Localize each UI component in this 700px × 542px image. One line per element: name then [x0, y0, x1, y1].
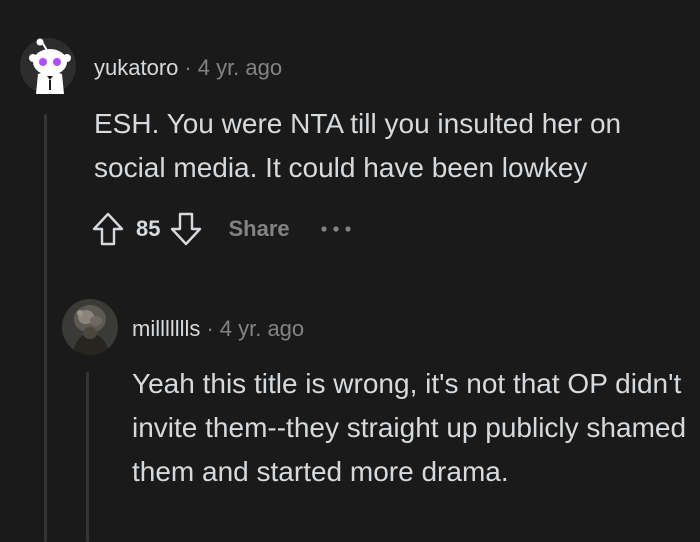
more-options-button[interactable] [318, 219, 354, 239]
comment-body: Yeah this title is wrong, it's not that … [132, 368, 687, 487]
avatar[interactable] [20, 38, 76, 94]
comment-action-bar: 85 Share [88, 206, 354, 252]
vote-score: 85 [136, 216, 161, 241]
snoo-avatar-icon [20, 38, 76, 94]
comment-body: ESH. You were NTA till you insulted her … [94, 108, 622, 183]
timestamp[interactable]: 4 yr. ago [220, 316, 304, 341]
downvote-icon [171, 212, 202, 246]
downvote-button[interactable] [166, 209, 206, 249]
comment-meta: millllllls · 4 yr. ago [132, 318, 304, 340]
comment-meta: yukatoro · 4 yr. ago [94, 57, 282, 79]
meta-separator: · [184, 55, 192, 80]
user-photo-avatar-icon [62, 299, 118, 355]
author-name[interactable]: millllllls [132, 316, 200, 341]
timestamp[interactable]: 4 yr. ago [198, 55, 282, 80]
more-options-icon [321, 226, 351, 232]
avatar[interactable] [62, 299, 118, 355]
upvote-button[interactable] [88, 209, 128, 249]
comment-thread: yukatoro · 4 yr. ago ESH. You were NTA til… [0, 0, 700, 542]
thread-collapse-line[interactable] [44, 114, 47, 542]
author-name[interactable]: yukatoro [94, 55, 178, 80]
thread-collapse-line[interactable] [86, 372, 89, 542]
share-button[interactable]: Share [228, 216, 289, 242]
meta-separator: · [206, 316, 214, 341]
upvote-icon [92, 212, 124, 246]
